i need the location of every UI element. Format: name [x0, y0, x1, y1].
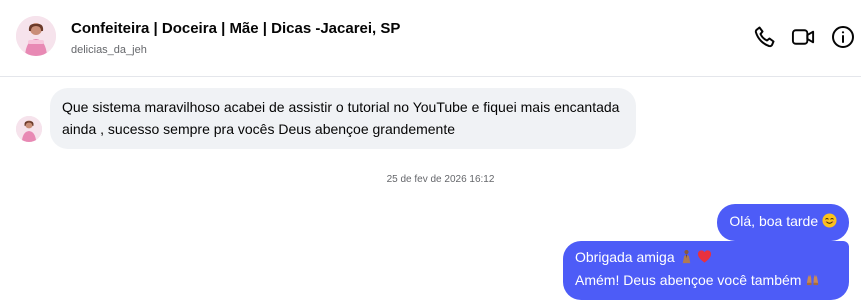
- profile-avatar[interactable]: [16, 16, 56, 56]
- raising-hands-icon: [805, 272, 820, 293]
- message-text: Obrigada amiga: [575, 249, 675, 265]
- info-icon[interactable]: [830, 24, 855, 49]
- message-line: Amém! Deus abençoe você também: [575, 270, 837, 293]
- red-heart-icon: [697, 249, 712, 270]
- phone-icon[interactable]: [752, 24, 777, 49]
- incoming-message-bubble[interactable]: Que sistema maravilhoso acabei de assist…: [50, 88, 636, 149]
- message-timestamp: 25 de fev de 2026 16:12: [386, 174, 495, 185]
- message-text: Amém! Deus abençoe você também: [575, 272, 802, 288]
- outgoing-message-bubble[interactable]: Obrigada amiga Amém! Deus abençoe você t…: [563, 241, 849, 300]
- contact-handle[interactable]: delicias_da_jeh: [71, 44, 147, 56]
- smiling-face-icon: [822, 213, 837, 234]
- header-actions: [752, 24, 855, 49]
- person-praying-icon: [679, 249, 694, 270]
- message-line: Obrigada amiga: [575, 247, 837, 270]
- sender-avatar[interactable]: [16, 116, 42, 142]
- video-call-icon[interactable]: [791, 24, 816, 49]
- contact-name[interactable]: Confeiteira | Doceira | Mãe | Dicas -Jac…: [71, 20, 400, 37]
- outgoing-message-bubble[interactable]: Olá, boa tarde: [717, 204, 849, 241]
- chat-header: Confeiteira | Doceira | Mãe | Dicas -Jac…: [0, 0, 861, 77]
- message-text: Olá, boa tarde: [729, 213, 819, 229]
